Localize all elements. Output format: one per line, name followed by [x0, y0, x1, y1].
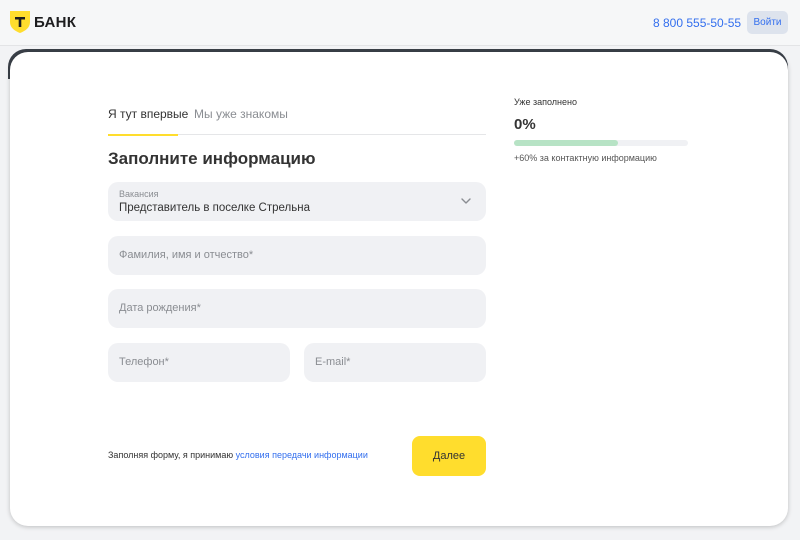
progress-bar-potential-fill	[514, 140, 619, 146]
form-title: Заполните информацию	[108, 149, 316, 168]
consent-prefix: Заполняя форму, я принимаю	[108, 450, 234, 460]
birth-date-field[interactable]: Дата рождения*	[108, 289, 486, 328]
progress-bar	[514, 140, 688, 146]
full-name-placeholder: Фамилия, имя и отчество*	[119, 249, 254, 261]
phone-placeholder: Телефон*	[119, 356, 169, 368]
application-card: Я тут впервые Мы уже знакомы Заполните и…	[10, 52, 788, 526]
email-placeholder: E-mail*	[315, 356, 351, 368]
logo-text: БАНК	[34, 13, 77, 31]
full-name-field[interactable]: Фамилия, имя и отчество*	[108, 236, 486, 275]
tab-already-known[interactable]: Мы уже знакомы	[194, 107, 288, 135]
vacancy-value: Представитель в поселке Стрельна	[119, 202, 310, 214]
progress-value: 0%	[514, 116, 536, 133]
email-field[interactable]: E-mail*	[304, 343, 486, 382]
phone-field[interactable]: Телефон*	[108, 343, 290, 382]
phone-link[interactable]: 8 800 555-50-55	[653, 16, 741, 30]
birth-date-placeholder: Дата рождения*	[119, 302, 201, 314]
vacancy-select[interactable]: Вакансия Представитель в поселке Стрельн…	[108, 182, 486, 221]
vacancy-label: Вакансия	[119, 189, 159, 199]
progress-note: +60% за контактную информацию	[514, 153, 657, 163]
bank-logo[interactable]: БАНК	[10, 11, 76, 33]
next-button[interactable]: Далее	[412, 436, 486, 476]
top-header: БАНК 8 800 555-50-55 Войти	[0, 0, 800, 46]
consent-text: Заполняя форму, я принимаю условия перед…	[108, 450, 368, 460]
bank-shield-logo-icon	[10, 11, 30, 33]
tab-bar: Я тут впервые Мы уже знакомы	[108, 107, 486, 136]
chevron-down-icon	[461, 198, 471, 204]
login-button[interactable]: Войти	[747, 11, 788, 34]
tab-first-time[interactable]: Я тут впервые	[108, 107, 188, 136]
progress-label: Уже заполнено	[514, 97, 577, 107]
consent-terms-link[interactable]: условия передачи информации	[236, 450, 368, 460]
